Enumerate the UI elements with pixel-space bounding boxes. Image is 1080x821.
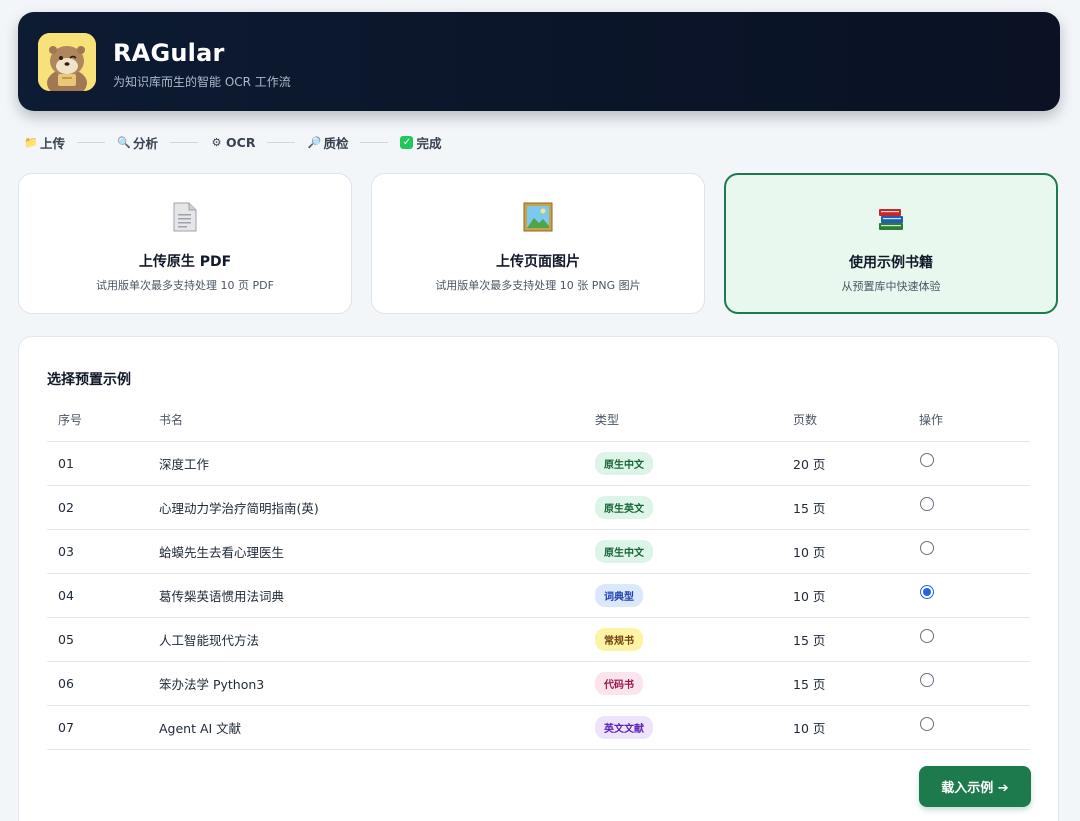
row-no: 04 — [47, 573, 159, 618]
row-name: 深度工作 — [159, 441, 595, 486]
table-row[interactable]: 02 心理动力学治疗简明指南(英) 原生英文 15 页 — [47, 485, 1030, 530]
row-name: 人工智能现代方法 — [159, 617, 595, 662]
type-badge: 代码书 — [595, 671, 643, 695]
header-type: 类型 — [595, 399, 793, 442]
table-row[interactable]: 01 深度工作 原生中文 20 页 — [47, 441, 1030, 486]
header-pages: 页数 — [793, 399, 919, 442]
select-radio[interactable] — [920, 628, 934, 643]
step-divider — [77, 141, 106, 143]
step-label: 完成 — [416, 135, 442, 151]
row-name: Agent AI 文献 — [159, 705, 595, 750]
examples-panel: 选择预置示例 序号 书名 类型 页数 操作 01 深度工作 原生中文 20 页 … — [18, 336, 1059, 821]
select-radio-checked[interactable] — [920, 584, 934, 599]
document-icon — [19, 202, 351, 234]
select-radio[interactable] — [920, 496, 934, 511]
magnifier-icon: 🔍 — [117, 135, 131, 149]
table-row[interactable]: 05 人工智能现代方法 常规书 15 页 — [47, 617, 1030, 662]
load-example-button[interactable]: 载入示例 ➔ — [919, 766, 1031, 807]
row-no: 05 — [47, 617, 159, 662]
row-pages: 15 页 — [793, 617, 919, 662]
gear-icon: ⚙ — [211, 135, 222, 149]
type-badge: 原生英文 — [595, 495, 653, 519]
app-title: RAGular — [113, 39, 225, 67]
select-radio[interactable] — [920, 452, 934, 467]
app-header: RAGular 为知识库而生的智能 OCR 工作流 — [18, 12, 1060, 111]
folder-icon: 📁 — [24, 135, 38, 149]
step-done: ✓ 完成 — [400, 133, 442, 152]
step-label: 上传 — [40, 135, 66, 151]
books-icon — [726, 203, 1056, 235]
row-name: 笨办法学 Python3 — [159, 661, 595, 706]
row-pages: 20 页 — [793, 441, 919, 486]
step-label: 分析 — [133, 135, 159, 151]
type-badge: 原生中文 — [595, 451, 653, 475]
table-row[interactable]: 04 葛传椝英语惯用法词典 词典型 10 页 — [47, 573, 1030, 618]
step-analyze: 🔍 分析 — [117, 133, 158, 152]
row-pages: 10 页 — [793, 705, 919, 750]
step-divider — [267, 141, 296, 143]
step-label: OCR — [226, 134, 256, 150]
table-row[interactable]: 07 Agent AI 文献 英文文献 10 页 — [47, 705, 1030, 750]
row-pages: 10 页 — [793, 529, 919, 574]
select-radio[interactable] — [920, 716, 934, 731]
upload-images-card[interactable]: 上传页面图片 试用版单次最多支持处理 10 张 PNG 图片 — [371, 173, 705, 314]
row-name: 心理动力学治疗简明指南(英) — [159, 485, 595, 530]
row-pages: 10 页 — [793, 573, 919, 618]
panel-title: 选择预置示例 — [47, 372, 131, 388]
type-badge: 英文文献 — [595, 715, 653, 739]
card-title: 上传页面图片 — [496, 254, 580, 270]
upload-pdf-card[interactable]: 上传原生 PDF 试用版单次最多支持处理 10 页 PDF — [18, 173, 352, 314]
step-ocr: ⚙ OCR — [210, 134, 256, 150]
select-radio[interactable] — [920, 540, 934, 555]
sample-books-card[interactable]: 使用示例书籍 从预置库中快速体验 — [724, 173, 1058, 314]
row-name: 葛传椝英语惯用法词典 — [159, 573, 595, 618]
examples-table: 序号 书名 类型 页数 操作 01 深度工作 原生中文 20 页 02 心理动力… — [47, 399, 1030, 750]
picture-icon — [372, 202, 704, 234]
card-description: 试用版单次最多支持处理 10 页 PDF — [96, 279, 274, 292]
row-no: 01 — [47, 441, 159, 486]
table-header-row: 序号 书名 类型 页数 操作 — [47, 399, 1030, 442]
card-title: 上传原生 PDF — [138, 254, 232, 270]
row-pages: 15 页 — [793, 485, 919, 530]
step-divider — [170, 141, 199, 143]
row-no: 07 — [47, 705, 159, 750]
type-badge: 常规书 — [595, 627, 643, 651]
magnifier-right-icon: 🔎 — [307, 135, 322, 149]
step-label: 质检 — [323, 135, 349, 151]
table-row[interactable]: 03 蛤蟆先生去看心理医生 原生中文 10 页 — [47, 529, 1030, 574]
app-subtitle: 为知识库而生的智能 OCR 工作流 — [113, 75, 291, 89]
header-action: 操作 — [919, 399, 1030, 442]
card-description: 试用版单次最多支持处理 10 张 PNG 图片 — [435, 279, 641, 292]
type-badge: 词典型 — [595, 583, 643, 607]
step-qc: 🔎 质检 — [307, 133, 348, 152]
card-description: 从预置库中快速体验 — [841, 280, 941, 293]
check-icon: ✓ — [400, 135, 414, 149]
row-pages: 15 页 — [793, 661, 919, 706]
row-no: 02 — [47, 485, 159, 530]
row-no: 06 — [47, 661, 159, 706]
progress-stepper: 📁 上传 🔍 分析 ⚙ OCR 🔎 质检 ✓ 完成 — [24, 132, 442, 152]
otter-logo-icon — [38, 33, 96, 91]
type-badge: 原生中文 — [595, 539, 653, 563]
step-divider — [360, 141, 389, 143]
card-title: 使用示例书籍 — [849, 255, 933, 271]
row-name: 蛤蟆先生去看心理医生 — [159, 529, 595, 574]
step-upload: 📁 上传 — [24, 133, 65, 152]
table-row[interactable]: 06 笨办法学 Python3 代码书 15 页 — [47, 661, 1030, 706]
header-no: 序号 — [47, 399, 159, 442]
select-radio[interactable] — [920, 672, 934, 687]
row-no: 03 — [47, 529, 159, 574]
header-name: 书名 — [159, 399, 595, 442]
